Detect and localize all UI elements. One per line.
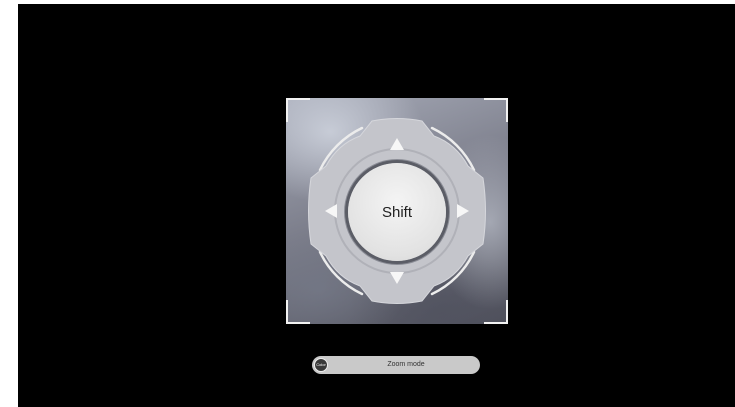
color-icon: Color: [314, 358, 328, 372]
color-icon-text: Color: [316, 362, 326, 367]
shift-down-button[interactable]: [385, 266, 409, 290]
shift-right-button[interactable]: [451, 199, 475, 223]
shift-control-panel: Shift: [286, 98, 508, 324]
projector-screen: Shift Color Zoom mode: [18, 4, 735, 407]
arrow-down-icon: [390, 272, 404, 284]
zoom-mode-toggle[interactable]: Color Zoom mode: [312, 356, 480, 374]
arrow-up-icon: [390, 138, 404, 150]
zoom-mode-label: Zoom mode: [387, 361, 425, 368]
shift-label: Shift: [381, 203, 412, 221]
shift-up-button[interactable]: [385, 132, 409, 156]
shift-center-button[interactable]: Shift: [348, 163, 446, 261]
arrow-right-icon: [457, 204, 469, 218]
shift-left-button[interactable]: [319, 199, 343, 223]
arrow-left-icon: [325, 204, 337, 218]
